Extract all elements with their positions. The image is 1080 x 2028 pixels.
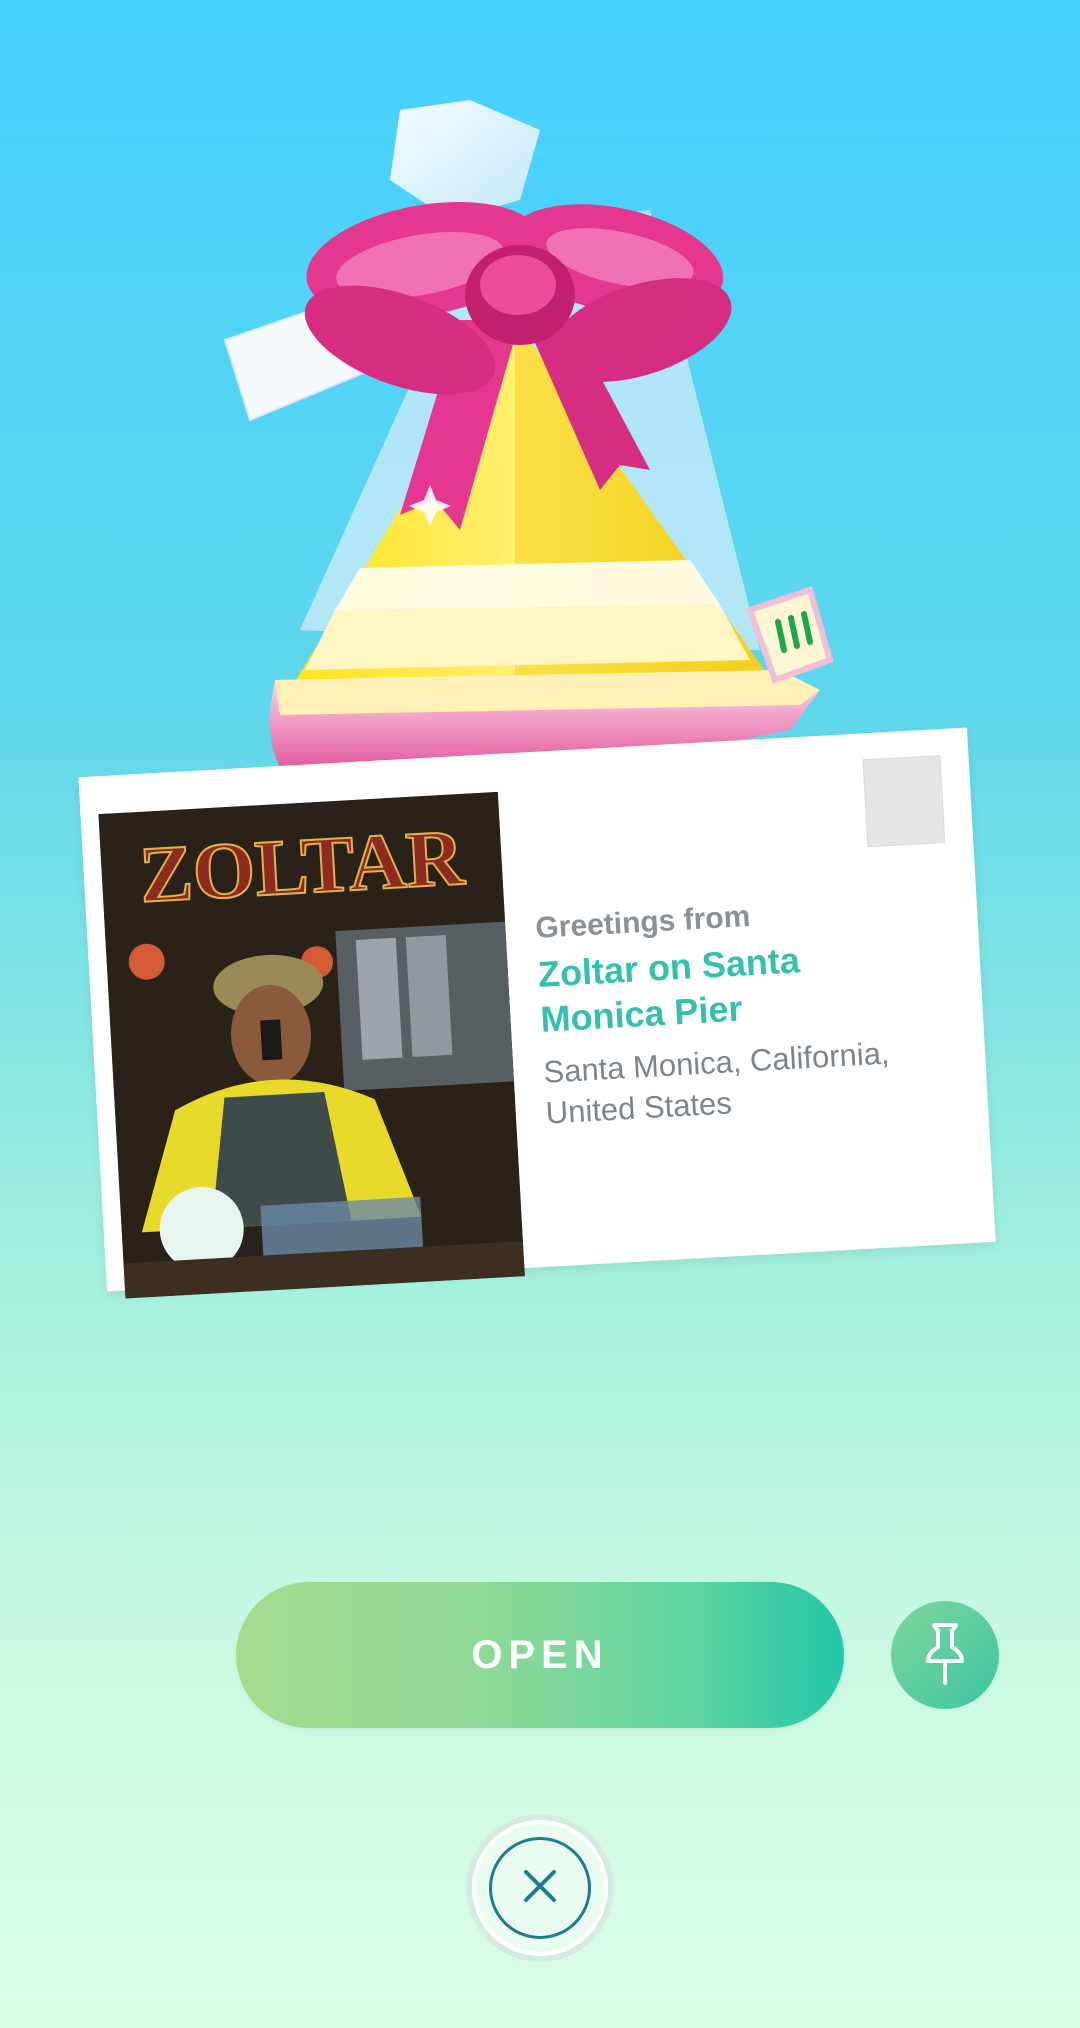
- postcard-photo: ZOLTAR: [98, 791, 525, 1299]
- greeting-text: Greetings from: [534, 899, 752, 945]
- pin-button[interactable]: [891, 1601, 999, 1709]
- postcard: ZOLTAR Greetings from Zoltar on Santa Mo…: [78, 727, 996, 1299]
- close-button[interactable]: [472, 1820, 608, 1956]
- place-location: Santa Monica, California, United States: [542, 1035, 891, 1131]
- open-button[interactable]: OPEN: [236, 1582, 844, 1728]
- close-button-ring: [489, 1837, 591, 1939]
- place-name: Zoltar on Santa Monica Pier: [536, 939, 801, 1040]
- gift-illustration: [220, 90, 840, 790]
- zoltar-sign-text: ZOLTAR: [137, 814, 467, 920]
- postcard-stamp: [862, 755, 946, 848]
- close-icon: [520, 1866, 560, 1911]
- open-button-label: OPEN: [471, 1632, 609, 1677]
- pin-icon: [922, 1621, 968, 1690]
